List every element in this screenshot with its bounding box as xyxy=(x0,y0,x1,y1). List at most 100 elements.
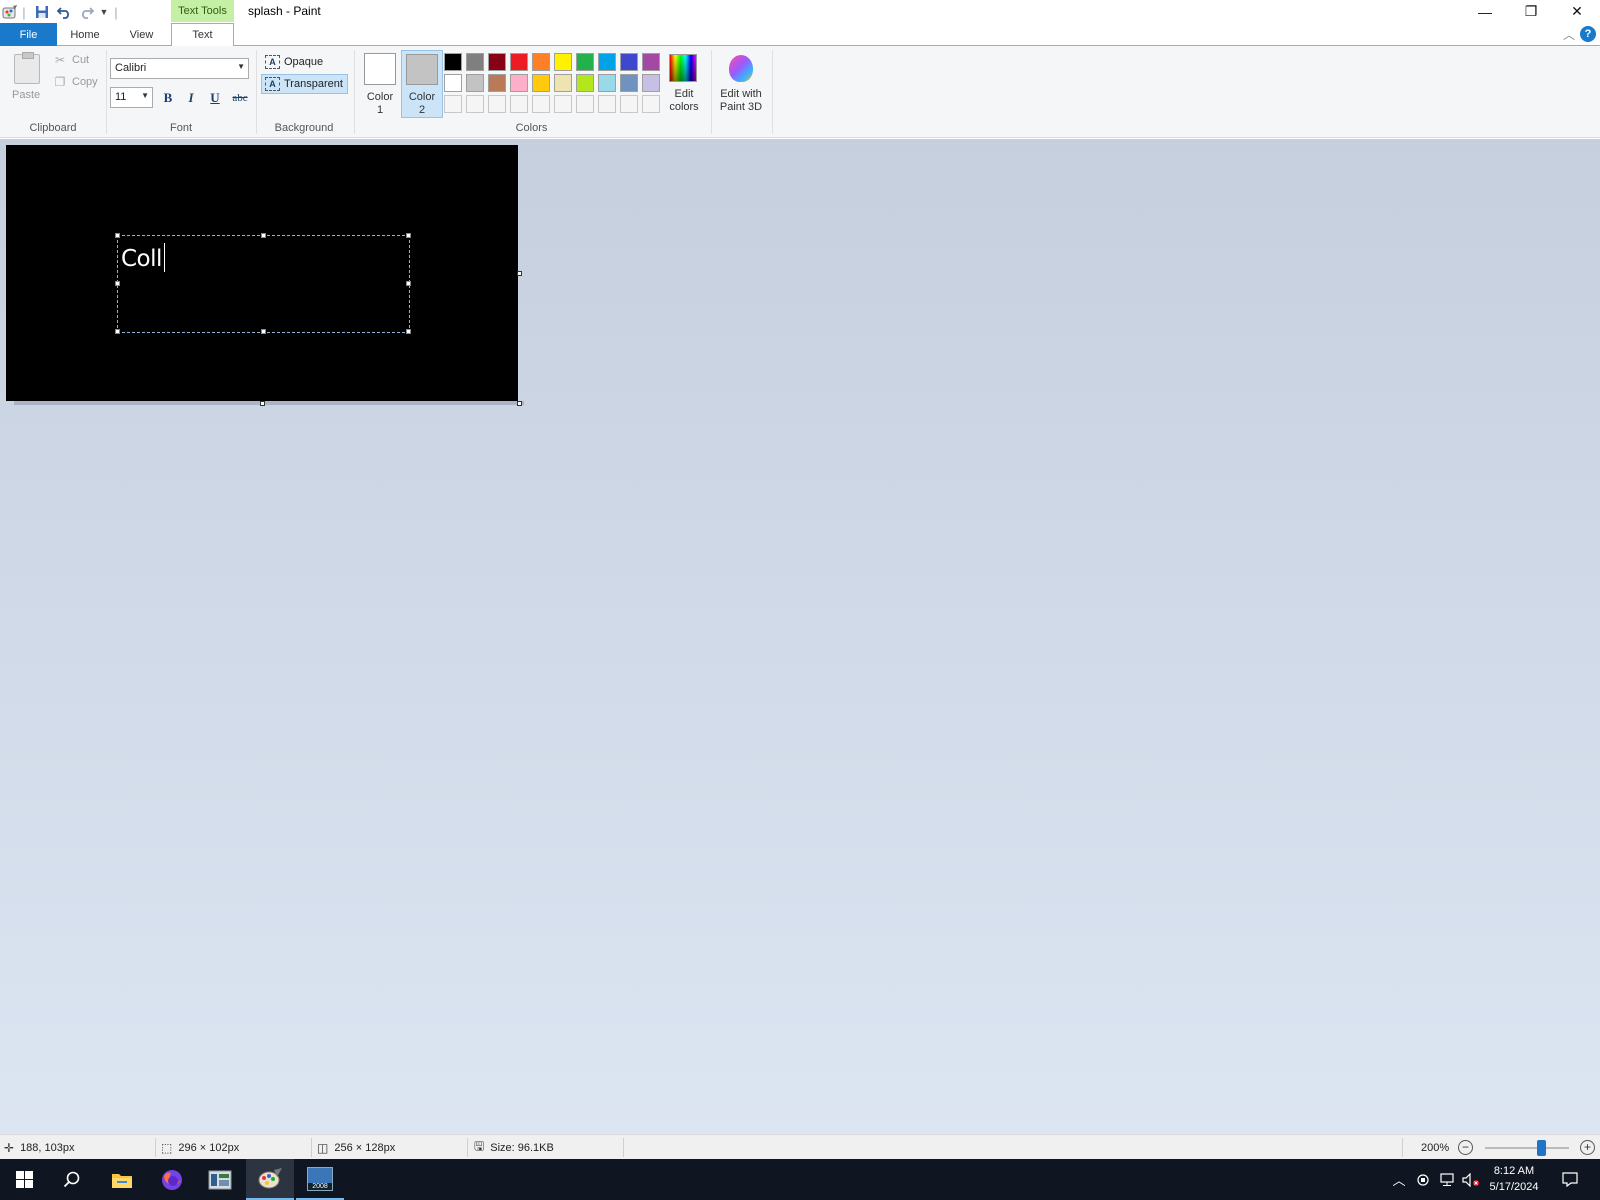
show-hidden-icons-chevron-icon[interactable]: ︿ xyxy=(1389,1159,1409,1200)
paint-app-icon[interactable] xyxy=(2,3,18,21)
text-box-handle[interactable] xyxy=(406,233,411,238)
transparent-icon: A xyxy=(265,77,280,91)
palette-swatch[interactable] xyxy=(532,74,550,92)
palette-swatch[interactable] xyxy=(642,74,660,92)
taskbar-paint[interactable] xyxy=(246,1159,294,1200)
palette-swatch[interactable] xyxy=(642,53,660,71)
transparent-button[interactable]: A Transparent xyxy=(261,74,348,94)
palette-swatch[interactable] xyxy=(620,95,638,113)
palette-swatch[interactable] xyxy=(532,53,550,71)
font-family-dropdown[interactable]: Calibri ▼ xyxy=(110,58,249,79)
taskbar-server-manager[interactable] xyxy=(196,1159,244,1200)
text-input-box[interactable]: Coll xyxy=(115,233,411,334)
paint3d-icon[interactable] xyxy=(729,55,753,82)
zoom-level: 200% xyxy=(1421,1135,1449,1160)
tab-home[interactable]: Home xyxy=(57,23,113,46)
network-icon[interactable] xyxy=(1437,1159,1459,1200)
palette-swatch[interactable] xyxy=(576,53,594,71)
status-bar: ✛ 188, 103px ⬚ 296 × 102px ◫ 256 × 128px… xyxy=(0,1134,1600,1159)
palette-swatch[interactable] xyxy=(466,53,484,71)
paint-icon xyxy=(258,1167,282,1188)
canvas-resize-handle-corner[interactable] xyxy=(517,401,522,406)
tab-text[interactable]: Text xyxy=(171,23,234,47)
palette-swatch[interactable] xyxy=(466,95,484,113)
palette-swatch[interactable] xyxy=(620,74,638,92)
notifications-icon[interactable] xyxy=(1556,1159,1584,1200)
restore-button[interactable]: ❐ xyxy=(1508,0,1554,23)
typed-text[interactable]: Coll xyxy=(121,243,165,272)
canvas-resize-handle-bottom[interactable] xyxy=(260,401,265,406)
system-clock[interactable]: 8:12 AM 5/17/2024 xyxy=(1478,1163,1550,1195)
text-box-handle[interactable] xyxy=(115,233,120,238)
zoom-out-button[interactable]: − xyxy=(1458,1140,1473,1155)
cut-button[interactable]: ✂ Cut xyxy=(54,53,89,67)
disk-icon: 🖫 xyxy=(474,1139,485,1153)
drawing-canvas[interactable]: Coll xyxy=(6,145,518,401)
zoom-slider-track[interactable] xyxy=(1485,1147,1569,1149)
text-box-handle[interactable] xyxy=(261,329,266,334)
italic-button[interactable]: I xyxy=(181,89,201,107)
canvas-resize-handle-right[interactable] xyxy=(517,271,522,276)
strikethrough-button[interactable]: abc xyxy=(229,89,251,107)
palette-swatch[interactable] xyxy=(598,74,616,92)
tab-file[interactable]: File xyxy=(0,23,57,46)
zoom-in-button[interactable]: + xyxy=(1580,1140,1595,1155)
search-button[interactable] xyxy=(48,1159,96,1200)
palette-swatch[interactable] xyxy=(488,53,506,71)
tab-view[interactable]: View xyxy=(113,23,170,46)
palette-swatch[interactable] xyxy=(444,53,462,71)
minimize-button[interactable]: — xyxy=(1462,0,1508,23)
text-box-handle[interactable] xyxy=(115,329,120,334)
redo-icon[interactable] xyxy=(77,3,95,21)
canvas-workspace[interactable]: Coll xyxy=(0,139,1600,1134)
collapse-ribbon-icon[interactable]: ︿ xyxy=(1563,26,1575,43)
text-box-handle[interactable] xyxy=(115,281,120,286)
text-box-handle[interactable] xyxy=(261,233,266,238)
title-bar: | ▼ | Text Tools splash - Paint — ❐ ✕ xyxy=(0,0,1600,23)
taskbar-windows-server-2008[interactable]: 2008 xyxy=(296,1159,344,1200)
text-box-handle[interactable] xyxy=(406,329,411,334)
palette-swatch[interactable] xyxy=(576,74,594,92)
palette-swatch[interactable] xyxy=(554,53,572,71)
palette-swatch[interactable] xyxy=(620,53,638,71)
meet-now-icon[interactable] xyxy=(1414,1159,1434,1200)
font-size-dropdown[interactable]: 11 ▼ xyxy=(110,87,153,108)
undo-icon[interactable] xyxy=(55,3,73,21)
palette-swatch[interactable] xyxy=(444,95,462,113)
close-button[interactable]: ✕ xyxy=(1554,0,1600,23)
edit-with-paint3d-button[interactable]: Edit with Paint 3D xyxy=(714,88,768,114)
opaque-button[interactable]: A Opaque xyxy=(262,52,326,72)
customize-quick-access-icon[interactable]: ▼ xyxy=(98,3,110,21)
start-button[interactable] xyxy=(0,1159,48,1200)
color2-button[interactable]: Color 2 xyxy=(401,50,443,118)
palette-swatch[interactable] xyxy=(532,95,550,113)
palette-swatch[interactable] xyxy=(510,53,528,71)
zoom-slider-thumb[interactable] xyxy=(1537,1140,1546,1156)
help-icon[interactable]: ? xyxy=(1580,26,1596,42)
windows-taskbar: 2008 ︿ 8:12 AM 5/17/2024 xyxy=(0,1159,1600,1200)
palette-swatch[interactable] xyxy=(598,95,616,113)
copy-button[interactable]: ❐ Copy xyxy=(54,75,98,89)
palette-swatch[interactable] xyxy=(642,95,660,113)
palette-swatch[interactable] xyxy=(444,74,462,92)
taskbar-firefox[interactable] xyxy=(148,1159,196,1200)
palette-swatch[interactable] xyxy=(576,95,594,113)
palette-swatch[interactable] xyxy=(466,74,484,92)
palette-swatch[interactable] xyxy=(488,95,506,113)
palette-swatch[interactable] xyxy=(554,74,572,92)
palette-swatch[interactable] xyxy=(598,53,616,71)
text-box-handle[interactable] xyxy=(406,281,411,286)
edit-colors-icon[interactable] xyxy=(669,54,697,82)
paste-button[interactable]: Paste xyxy=(12,89,40,101)
save-icon[interactable] xyxy=(33,3,51,21)
taskbar-file-explorer[interactable] xyxy=(98,1159,146,1200)
palette-swatch[interactable] xyxy=(510,95,528,113)
bold-button[interactable]: B xyxy=(158,89,178,107)
palette-swatch[interactable] xyxy=(488,74,506,92)
underline-button[interactable]: U xyxy=(205,89,225,107)
edit-colors-button[interactable]: Edit colors xyxy=(664,88,704,114)
color1-button[interactable]: Color 1 xyxy=(359,50,401,118)
palette-swatch[interactable] xyxy=(554,95,572,113)
paste-icon[interactable] xyxy=(14,52,40,84)
palette-swatch[interactable] xyxy=(510,74,528,92)
